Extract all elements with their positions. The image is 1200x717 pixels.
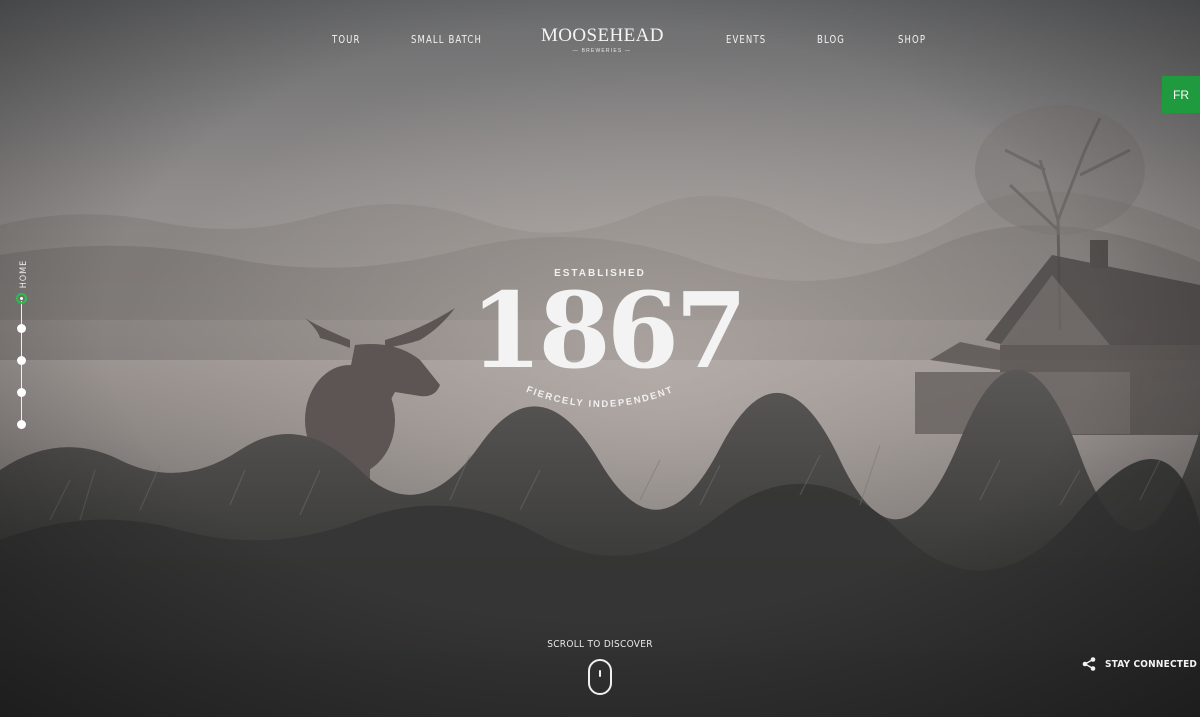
side-nav-dot-4[interactable] bbox=[17, 388, 26, 397]
side-nav-dot-home[interactable] bbox=[16, 293, 27, 304]
language-toggle-button[interactable]: FR bbox=[1162, 76, 1200, 113]
hero-tagline: FIERCELY INDEPENDENT bbox=[525, 384, 676, 410]
scroll-mouse-icon[interactable] bbox=[588, 659, 612, 695]
nav-small-batch[interactable]: SMALL BATCH bbox=[411, 33, 482, 46]
moosehead-logo[interactable]: MOOSEHEAD — BREWERIES — bbox=[541, 25, 664, 55]
hero-year: 1867 bbox=[470, 269, 747, 392]
scroll-to-discover-label: SCROLL TO DISCOVER bbox=[547, 639, 653, 650]
side-nav-dot-3[interactable] bbox=[17, 356, 26, 365]
share-icon bbox=[1082, 657, 1096, 671]
side-nav-label: HOME bbox=[19, 259, 29, 289]
logo-subtitle: — BREWERIES — bbox=[572, 48, 632, 54]
nav-shop[interactable]: SHOP bbox=[898, 33, 926, 46]
logo-wordmark: MOOSEHEAD bbox=[541, 25, 664, 46]
nav-tour[interactable]: TOUR bbox=[332, 33, 361, 46]
hero-tagline-text: FIERCELY INDEPENDENT bbox=[525, 384, 674, 410]
nav-events[interactable]: EVENTS bbox=[726, 33, 766, 46]
stay-connected-label: STAY CONNECTED bbox=[1105, 658, 1198, 670]
side-nav-dot-5[interactable] bbox=[17, 420, 26, 429]
nav-blog[interactable]: BLOG bbox=[817, 33, 845, 46]
stay-connected-button[interactable]: STAY CONNECTED bbox=[1081, 655, 1197, 673]
side-nav-dot-2[interactable] bbox=[17, 324, 26, 333]
svg-text:FIERCELY INDEPENDENT: FIERCELY INDEPENDENT bbox=[525, 384, 676, 410]
